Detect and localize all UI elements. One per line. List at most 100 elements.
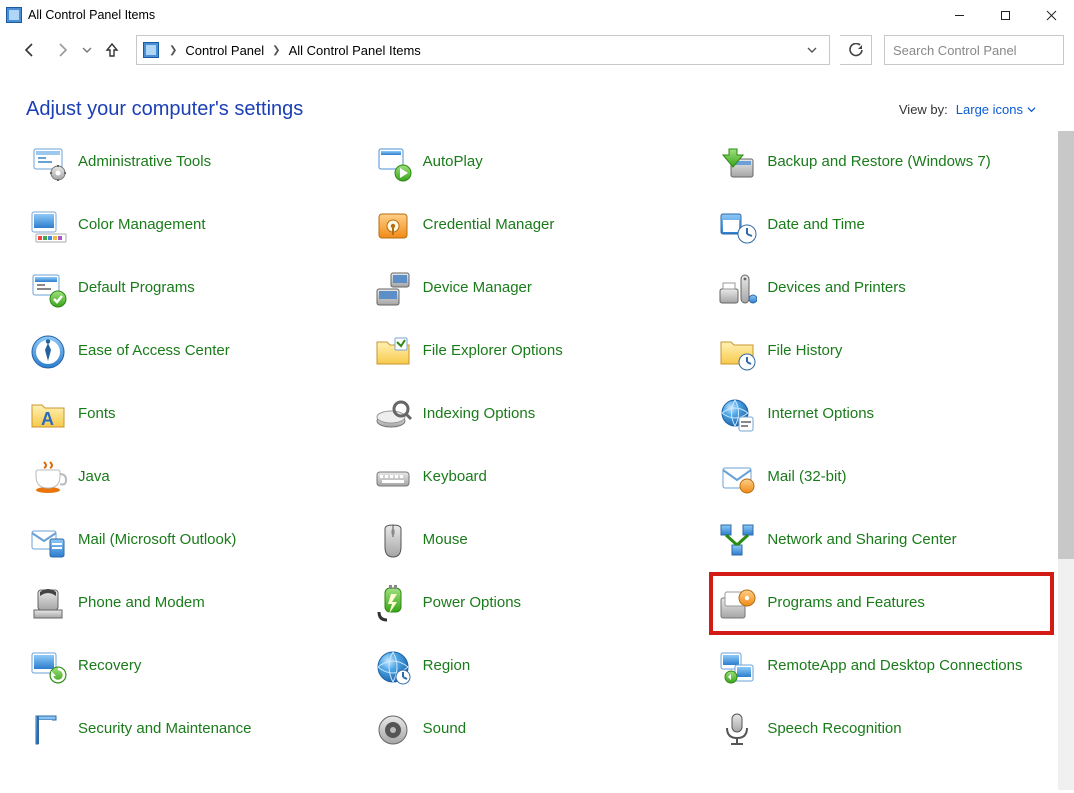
- cp-item-date-and-time[interactable]: Date and Time: [709, 194, 1054, 257]
- cp-item-label: Speech Recognition: [767, 720, 901, 739]
- cp-item-speech-recognition[interactable]: Speech Recognition: [709, 698, 1054, 761]
- address-bar[interactable]: ❯ Control Panel ❯ All Control Panel Item…: [136, 35, 830, 65]
- cp-item-keyboard[interactable]: Keyboard: [365, 446, 710, 509]
- maximize-button[interactable]: [982, 0, 1028, 30]
- cp-item-devices-and-printers[interactable]: Devices and Printers: [709, 257, 1054, 320]
- viewby-label: View by:: [899, 102, 948, 117]
- java-icon: [26, 456, 70, 500]
- cp-item-remoteapp-and-desktop-connections[interactable]: RemoteApp and Desktop Connections: [709, 635, 1054, 698]
- cp-item-region[interactable]: Region: [365, 635, 710, 698]
- cp-item-label: Indexing Options: [423, 405, 536, 424]
- mail-outlook-icon: [26, 519, 70, 563]
- cp-item-device-manager[interactable]: Device Manager: [365, 257, 710, 320]
- chevron-right-icon[interactable]: ❯: [165, 36, 181, 64]
- mail-32-icon: [715, 456, 759, 500]
- cp-item-sound[interactable]: Sound: [365, 698, 710, 761]
- cp-item-label: Internet Options: [767, 405, 874, 424]
- backup-restore-icon: [715, 141, 759, 185]
- address-dropdown[interactable]: [801, 36, 823, 64]
- breadcrumb-root[interactable]: Control Panel: [181, 36, 268, 64]
- cp-item-label: Sound: [423, 720, 466, 739]
- default-programs-icon: [26, 267, 70, 311]
- cp-item-label: Security and Maintenance: [78, 720, 251, 739]
- cp-item-label: File History: [767, 342, 842, 361]
- cp-item-autoplay[interactable]: AutoPlay: [365, 131, 710, 194]
- refresh-button[interactable]: [840, 35, 872, 65]
- search-input[interactable]: [893, 43, 1069, 58]
- cp-item-backup-and-restore-windows-7[interactable]: Backup and Restore (Windows 7): [709, 131, 1054, 194]
- history-dropdown[interactable]: [80, 36, 94, 64]
- credential-icon: [371, 204, 415, 248]
- admin-tools-icon: [26, 141, 70, 185]
- cp-item-label: Color Management: [78, 216, 206, 235]
- cp-item-network-and-sharing-center[interactable]: Network and Sharing Center: [709, 509, 1054, 572]
- cp-item-label: Mail (32-bit): [767, 468, 846, 487]
- color-mgmt-icon: [26, 204, 70, 248]
- device-manager-icon: [371, 267, 415, 311]
- devices-printers-icon: [715, 267, 759, 311]
- cp-item-credential-manager[interactable]: Credential Manager: [365, 194, 710, 257]
- cp-item-mail-32-bit[interactable]: Mail (32-bit): [709, 446, 1054, 509]
- cp-item-label: Device Manager: [423, 279, 532, 298]
- cp-item-programs-and-features[interactable]: Programs and Features: [709, 572, 1054, 635]
- cp-item-indexing-options[interactable]: Indexing Options: [365, 383, 710, 446]
- cp-item-label: Java: [78, 468, 110, 487]
- cp-item-label: AutoPlay: [423, 153, 483, 172]
- minimize-button[interactable]: [936, 0, 982, 30]
- phone-modem-icon: [26, 582, 70, 626]
- breadcrumb-current[interactable]: All Control Panel Items: [285, 36, 425, 64]
- cp-item-label: Fonts: [78, 405, 116, 424]
- control-panel-icon: [6, 7, 22, 23]
- network-sharing-icon: [715, 519, 759, 563]
- cp-item-recovery[interactable]: Recovery: [20, 635, 365, 698]
- cp-item-fonts[interactable]: Fonts: [20, 383, 365, 446]
- viewby-dropdown[interactable]: Large icons: [956, 102, 1036, 117]
- chevron-right-icon[interactable]: ❯: [268, 36, 284, 64]
- cp-item-power-options[interactable]: Power Options: [365, 572, 710, 635]
- vertical-scrollbar[interactable]: [1058, 131, 1074, 790]
- cp-item-administrative-tools[interactable]: Administrative Tools: [20, 131, 365, 194]
- cp-item-label: Ease of Access Center: [78, 342, 230, 361]
- titlebar: All Control Panel Items: [0, 0, 1074, 30]
- file-history-icon: [715, 330, 759, 374]
- programs-features-icon: [715, 582, 759, 626]
- internet-options-icon: [715, 393, 759, 437]
- close-button[interactable]: [1028, 0, 1074, 30]
- security-maint-icon: [26, 708, 70, 752]
- chevron-down-icon: [1027, 105, 1036, 114]
- keyboard-icon: [371, 456, 415, 500]
- cp-item-label: Mouse: [423, 531, 468, 550]
- up-button[interactable]: [98, 36, 126, 64]
- cp-item-java[interactable]: Java: [20, 446, 365, 509]
- scrollbar-thumb[interactable]: [1058, 131, 1074, 559]
- search-box[interactable]: [884, 35, 1064, 65]
- cp-item-label: Recovery: [78, 657, 141, 676]
- cp-item-file-explorer-options[interactable]: File Explorer Options: [365, 320, 710, 383]
- cp-item-label: Date and Time: [767, 216, 865, 235]
- remoteapp-icon: [715, 645, 759, 689]
- control-panel-icon: [143, 42, 159, 58]
- cp-item-security-and-maintenance[interactable]: Security and Maintenance: [20, 698, 365, 761]
- autoplay-icon: [371, 141, 415, 185]
- cp-item-mouse[interactable]: Mouse: [365, 509, 710, 572]
- cp-item-label: Mail (Microsoft Outlook): [78, 531, 236, 550]
- file-explorer-opt-icon: [371, 330, 415, 374]
- cp-item-color-management[interactable]: Color Management: [20, 194, 365, 257]
- forward-button[interactable]: [48, 36, 76, 64]
- power-options-icon: [371, 582, 415, 626]
- cp-item-label: Administrative Tools: [78, 153, 211, 172]
- ease-access-icon: [26, 330, 70, 374]
- cp-item-mail-microsoft-outlook[interactable]: Mail (Microsoft Outlook): [20, 509, 365, 572]
- indexing-icon: [371, 393, 415, 437]
- cp-item-label: Credential Manager: [423, 216, 555, 235]
- cp-item-internet-options[interactable]: Internet Options: [709, 383, 1054, 446]
- cp-item-label: Network and Sharing Center: [767, 531, 956, 550]
- cp-item-ease-of-access-center[interactable]: Ease of Access Center: [20, 320, 365, 383]
- cp-item-phone-and-modem[interactable]: Phone and Modem: [20, 572, 365, 635]
- cp-item-default-programs[interactable]: Default Programs: [20, 257, 365, 320]
- content-header: Adjust your computer's settings View by:…: [0, 70, 1074, 131]
- cp-item-file-history[interactable]: File History: [709, 320, 1054, 383]
- back-button[interactable]: [16, 36, 44, 64]
- cp-item-label: Power Options: [423, 594, 521, 613]
- window-title: All Control Panel Items: [28, 8, 155, 22]
